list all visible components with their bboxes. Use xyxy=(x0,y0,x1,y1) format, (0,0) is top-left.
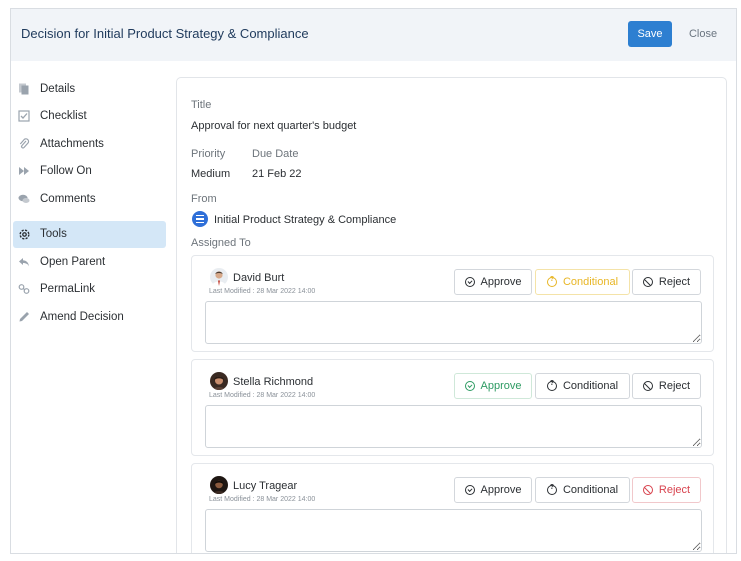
from-value[interactable]: Initial Product Strategy & Compliance xyxy=(214,214,396,226)
last-modified: Last Modified : 28 Mar 2022 14:00 xyxy=(209,288,316,295)
sidebar-item-label: Checklist xyxy=(40,110,87,123)
link-icon xyxy=(17,282,31,296)
conditional-button[interactable]: Conditional xyxy=(535,269,630,295)
fast-forward-icon xyxy=(17,164,31,178)
sidebar-item-permalink[interactable]: PermaLink xyxy=(11,276,169,304)
question-circle-icon xyxy=(546,380,557,391)
ban-icon xyxy=(642,485,653,495)
check-circle-icon xyxy=(464,381,475,391)
check-circle-icon xyxy=(464,277,475,287)
question-circle-icon xyxy=(546,484,557,495)
reject-button[interactable]: Reject xyxy=(632,373,701,399)
comments-icon xyxy=(17,192,31,206)
sidebar-item-details[interactable]: Details xyxy=(11,75,169,103)
reject-button[interactable]: Reject xyxy=(632,477,701,503)
details-panel: Title Approval for next quarter's budget… xyxy=(176,77,727,553)
comment-textarea[interactable] xyxy=(205,405,702,448)
sidebar-item-attachments[interactable]: Attachments xyxy=(11,130,169,158)
copy-icon xyxy=(17,82,31,96)
paperclip-icon xyxy=(17,137,31,151)
comment-textarea[interactable] xyxy=(205,509,702,552)
sidebar-item-label: Tools xyxy=(40,228,67,241)
priority-label: Priority xyxy=(191,148,226,160)
sidebar-item-label: Details xyxy=(40,82,76,95)
sidebar-item-amend-decision[interactable]: Amend Decision xyxy=(11,303,169,331)
dialog-title: Decision for Initial Product Strategy & … xyxy=(21,26,309,41)
assignee-name: David Burt xyxy=(233,272,285,284)
sidebar-item-follow-on[interactable]: Follow On xyxy=(11,158,169,186)
last-modified: Last Modified : 28 Mar 2022 14:00 xyxy=(209,496,316,503)
dialog-header: Decision for Initial Product Strategy & … xyxy=(11,9,736,61)
conditional-button[interactable]: Conditional xyxy=(535,477,630,503)
sidebar: Details Checklist Attachments Follow On … xyxy=(11,75,169,331)
list-icon xyxy=(192,211,208,227)
due-date-label: Due Date xyxy=(252,148,299,160)
ban-icon xyxy=(642,381,653,391)
approve-button[interactable]: Approve xyxy=(454,269,532,295)
avatar xyxy=(210,372,228,390)
check-circle-icon xyxy=(464,485,475,495)
ban-icon xyxy=(642,277,653,287)
priority-value: Medium xyxy=(191,168,231,180)
sidebar-item-checklist[interactable]: Checklist xyxy=(11,103,169,131)
sidebar-item-open-parent[interactable]: Open Parent xyxy=(11,248,169,276)
pencil-icon xyxy=(17,310,31,324)
approve-button[interactable]: Approve xyxy=(454,373,532,399)
conditional-button[interactable]: Conditional xyxy=(535,373,630,399)
assignee-card: Stella Richmond Last Modified : 28 Mar 2… xyxy=(191,359,714,456)
close-button[interactable]: Close xyxy=(683,21,723,47)
reply-icon xyxy=(17,255,31,269)
sidebar-item-label: Open Parent xyxy=(40,255,106,268)
gear-icon xyxy=(17,227,31,241)
title-value: Approval for next quarter's budget xyxy=(191,120,357,132)
sidebar-item-tools[interactable]: Tools xyxy=(13,220,166,248)
title-label: Title xyxy=(191,99,212,111)
last-modified: Last Modified : 28 Mar 2022 14:00 xyxy=(209,392,316,399)
assigned-to-label: Assigned To xyxy=(191,237,251,249)
sidebar-item-comments[interactable]: Comments xyxy=(11,185,169,213)
sidebar-item-label: Follow On xyxy=(40,165,92,178)
due-date-value: 21 Feb 22 xyxy=(252,168,302,180)
approve-button[interactable]: Approve xyxy=(454,477,532,503)
question-circle-icon xyxy=(546,276,557,287)
assignee-card: David Burt Last Modified : 28 Mar 2022 1… xyxy=(191,255,714,352)
assignee-card: Lucy Tragear Last Modified : 28 Mar 2022… xyxy=(191,463,714,553)
checkbox-icon xyxy=(17,109,31,123)
sidebar-item-label: PermaLink xyxy=(40,283,95,296)
avatar xyxy=(210,268,228,286)
avatar xyxy=(210,476,228,494)
save-button[interactable]: Save xyxy=(628,21,672,47)
reject-button[interactable]: Reject xyxy=(632,269,701,295)
sidebar-item-label: Attachments xyxy=(40,137,104,150)
sidebar-item-label: Amend Decision xyxy=(40,310,124,323)
assignee-name: Lucy Tragear xyxy=(233,480,298,492)
from-label: From xyxy=(191,193,217,205)
sidebar-item-label: Comments xyxy=(40,192,96,205)
decision-dialog: Decision for Initial Product Strategy & … xyxy=(10,8,737,554)
assignee-name: Stella Richmond xyxy=(233,376,314,388)
comment-textarea[interactable] xyxy=(205,301,702,344)
